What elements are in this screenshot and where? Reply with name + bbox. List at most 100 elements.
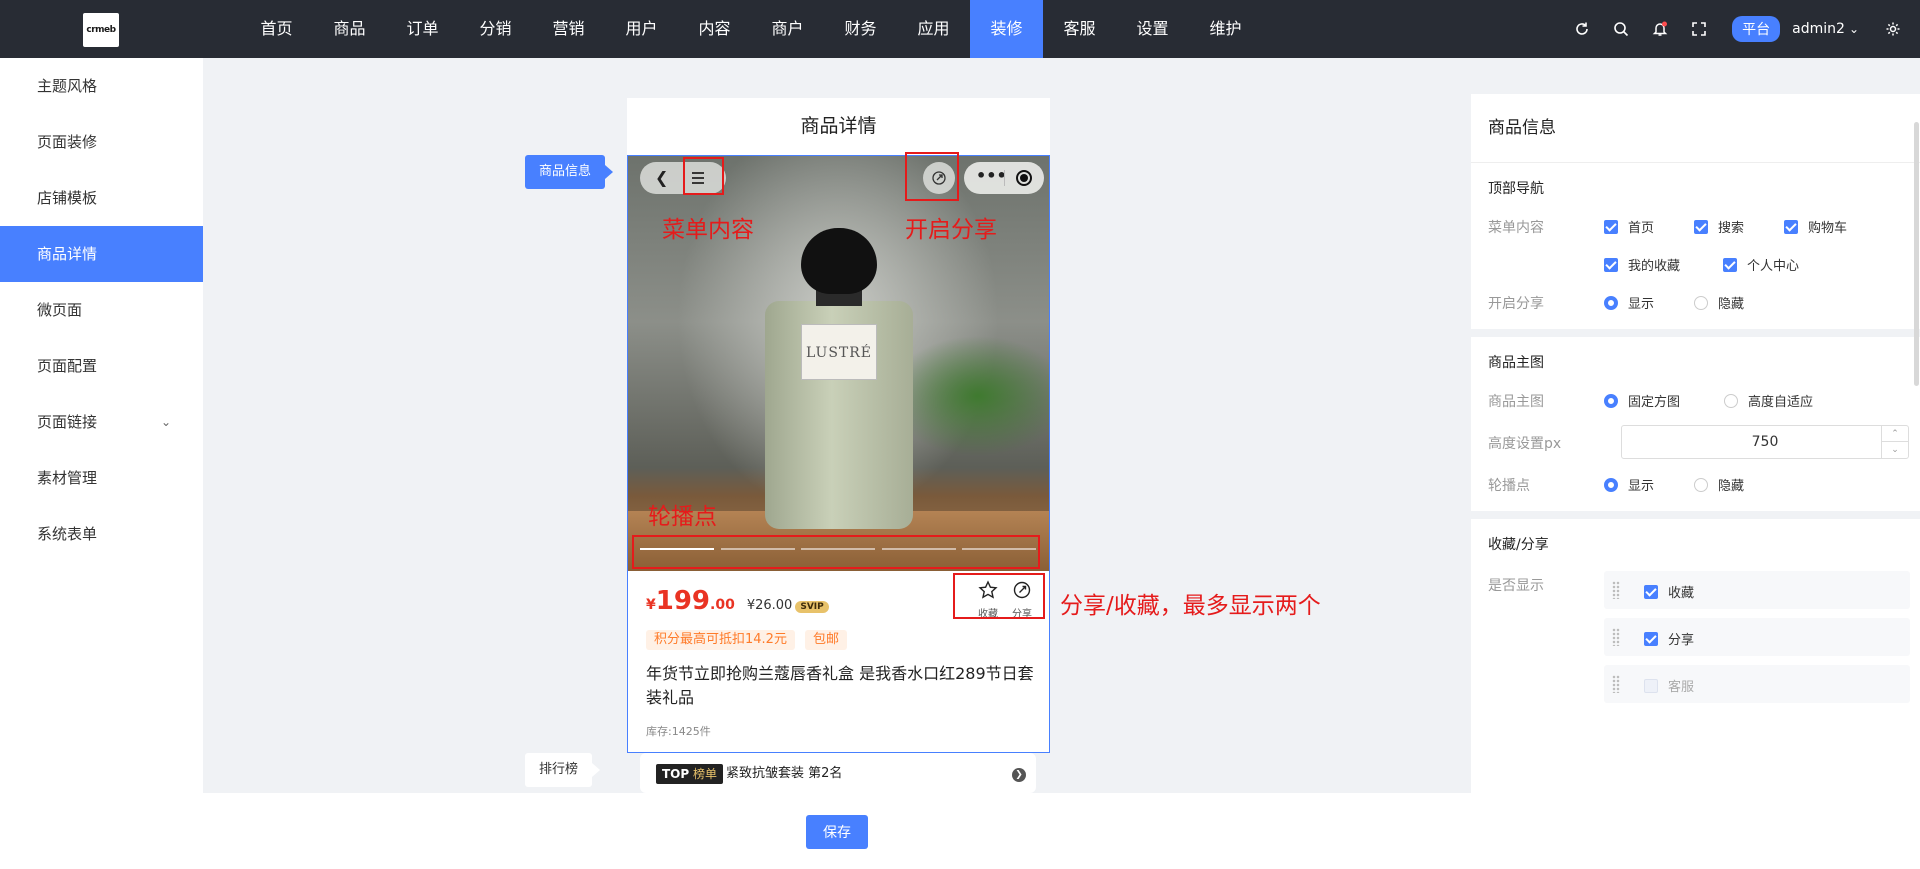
service-option[interactable]: 客服 xyxy=(1644,676,1694,695)
sidebar-item-materials[interactable]: 素材管理 xyxy=(0,450,203,506)
checkbox-unchecked[interactable] xyxy=(1644,678,1658,693)
svip-badge: SVIP xyxy=(795,601,829,613)
goods-info-block[interactable]: LUSTRÉ ❮ ••• ¥ 199 .00 ¥26.00 SVIP 收藏 分享… xyxy=(627,155,1050,753)
nav-merchants[interactable]: 商户 xyxy=(751,0,824,58)
radio-selected[interactable] xyxy=(1604,477,1618,492)
drag-handle-icon[interactable] xyxy=(1612,675,1620,693)
radio-unselected[interactable] xyxy=(1694,477,1708,492)
height-input[interactable] xyxy=(1621,425,1909,459)
radio-unselected[interactable] xyxy=(1724,393,1738,408)
close-record-icon[interactable] xyxy=(1016,170,1032,186)
chevron-down-icon[interactable]: ⌄ xyxy=(1849,22,1859,36)
crmeb-logo[interactable]: crmeb xyxy=(83,13,119,47)
share-option[interactable]: 分享 xyxy=(1644,629,1694,648)
main-image-row: 商品主图 固定方图 高度自适应 xyxy=(1471,381,1920,419)
sidebar-item-system-forms[interactable]: 系统表单 xyxy=(0,506,203,562)
height-stepper[interactable]: ⌃ ⌄ xyxy=(1881,426,1908,458)
goods-name: 年货节立即抢购兰蔻唇香礼盒 是我香水口红289节日套装礼品 xyxy=(646,664,1034,707)
sidebar-item-goods-detail[interactable]: 商品详情 xyxy=(0,226,203,282)
fav-share-item-favorite[interactable]: 收藏 xyxy=(1604,571,1910,609)
image-option-adaptive[interactable]: 高度自适应 xyxy=(1724,391,1813,410)
bell-icon[interactable] xyxy=(1640,19,1679,39)
chevron-right-icon[interactable]: ❯ xyxy=(1012,768,1026,782)
sidebar-item-page-links[interactable]: 页面链接 ⌄ xyxy=(0,394,203,450)
back-icon[interactable]: ❮ xyxy=(655,168,668,187)
sidebar-item-micro-page[interactable]: 微页面 xyxy=(0,282,203,338)
fav-share-section: 收藏/分享 是否显示 收藏 分享 客服 xyxy=(1471,519,1920,719)
nav-apps[interactable]: 应用 xyxy=(897,0,970,58)
menu-option-home[interactable]: 首页 xyxy=(1604,217,1654,236)
scrollbar-thumb[interactable] xyxy=(1914,122,1919,386)
nav-decoration[interactable]: 装修 xyxy=(970,0,1043,58)
option-label: 分享 xyxy=(1668,633,1695,648)
sidebar-item-page-decoration[interactable]: 页面装修 xyxy=(0,114,203,170)
annotation-box-menu xyxy=(683,157,724,195)
nav-orders[interactable]: 订单 xyxy=(386,0,459,58)
fav-share-item-service[interactable]: 客服 xyxy=(1604,665,1910,703)
nav-content[interactable]: 内容 xyxy=(678,0,751,58)
annotation-box-fav-share xyxy=(953,573,1045,619)
option-label: 搜索 xyxy=(1718,221,1745,236)
menu-option-search[interactable]: 搜索 xyxy=(1694,217,1744,236)
sidebar-item-shop-template[interactable]: 店铺模板 xyxy=(0,170,203,226)
menu-option-favorites[interactable]: 我的收藏 xyxy=(1604,255,1680,274)
radio-selected[interactable] xyxy=(1604,295,1618,310)
menu-content-label: 菜单内容 xyxy=(1488,220,1544,236)
dots-option-show[interactable]: 显示 xyxy=(1604,475,1654,494)
drag-handle-icon[interactable] xyxy=(1612,628,1620,646)
menu-option-cart[interactable]: 购物车 xyxy=(1784,217,1847,236)
platform-badge[interactable]: 平台 xyxy=(1732,16,1781,42)
fav-share-item-share[interactable]: 分享 xyxy=(1604,618,1910,656)
sidebar-item-theme[interactable]: 主题风格 xyxy=(0,58,203,114)
checkbox-checked[interactable] xyxy=(1723,257,1737,272)
save-button[interactable]: 保存 xyxy=(806,815,868,849)
nav-settings[interactable]: 设置 xyxy=(1116,0,1189,58)
checkbox-checked[interactable] xyxy=(1604,219,1618,234)
radio-unselected[interactable] xyxy=(1694,295,1708,310)
checkbox-checked[interactable] xyxy=(1644,584,1658,599)
nav-home[interactable]: 首页 xyxy=(240,0,313,58)
image-option-square[interactable]: 固定方图 xyxy=(1604,391,1680,410)
rank-label[interactable]: 排行榜 xyxy=(525,753,601,787)
nav-goods[interactable]: 商品 xyxy=(313,0,386,58)
more-dots-icon[interactable]: ••• xyxy=(976,166,1007,185)
rank-block[interactable]: TOP 榜单 紧致抗皱套装 第2名 ❯ xyxy=(640,753,1036,793)
scrollbar[interactable] xyxy=(1913,58,1920,869)
nav-maintenance[interactable]: 维护 xyxy=(1189,0,1262,58)
fullscreen-icon[interactable] xyxy=(1679,19,1718,39)
chevron-up-icon[interactable]: ⌃ xyxy=(1882,426,1908,442)
section-separator xyxy=(1471,329,1920,337)
radio-selected[interactable] xyxy=(1604,393,1618,408)
checkbox-checked[interactable] xyxy=(1694,219,1708,234)
enable-share-row: 开启分享 显示 隐藏 xyxy=(1471,283,1920,321)
sidebar: 主题风格 页面装修 店铺模板 商品详情 微页面 页面配置 页面链接 ⌄ 素材管理… xyxy=(0,58,203,869)
search-icon[interactable] xyxy=(1601,19,1640,39)
sidebar-item-page-config[interactable]: 页面配置 xyxy=(0,338,203,394)
nav-distribution[interactable]: 分销 xyxy=(459,0,532,58)
share-option-hide[interactable]: 隐藏 xyxy=(1694,293,1744,312)
annotation-carousel-dots: 轮播点 xyxy=(648,504,717,530)
nav-users[interactable]: 用户 xyxy=(605,0,678,58)
dots-option-hide[interactable]: 隐藏 xyxy=(1694,475,1744,494)
points-tag: 积分最高可抵扣14.2元 xyxy=(646,630,795,650)
nav-service[interactable]: 客服 xyxy=(1043,0,1116,58)
checkbox-checked[interactable] xyxy=(1604,257,1618,272)
dots-row: 轮播点 显示 隐藏 xyxy=(1471,465,1920,503)
menu-option-profile[interactable]: 个人中心 xyxy=(1723,255,1799,274)
share-option-show[interactable]: 显示 xyxy=(1604,293,1654,312)
nav-finance[interactable]: 财务 xyxy=(824,0,897,58)
drag-handle-icon[interactable] xyxy=(1612,581,1620,599)
rank-text: 紧致抗皱套装 第2名 xyxy=(726,766,843,781)
checkbox-checked[interactable] xyxy=(1784,219,1798,234)
chevron-down-icon[interactable]: ⌄ xyxy=(1882,442,1908,458)
goods-info-label[interactable]: 商品信息 xyxy=(525,155,614,189)
bottle-brand-label: LUSTRÉ xyxy=(801,324,877,380)
admin-name[interactable]: admin2 xyxy=(1792,21,1845,37)
favorite-option[interactable]: 收藏 xyxy=(1644,582,1694,601)
gear-icon[interactable] xyxy=(1873,19,1912,39)
free-shipping-tag: 包邮 xyxy=(804,630,847,650)
refresh-icon[interactable] xyxy=(1562,19,1601,39)
annotation-box-dots xyxy=(632,535,1040,569)
checkbox-checked[interactable] xyxy=(1644,631,1658,646)
nav-marketing[interactable]: 营销 xyxy=(532,0,605,58)
